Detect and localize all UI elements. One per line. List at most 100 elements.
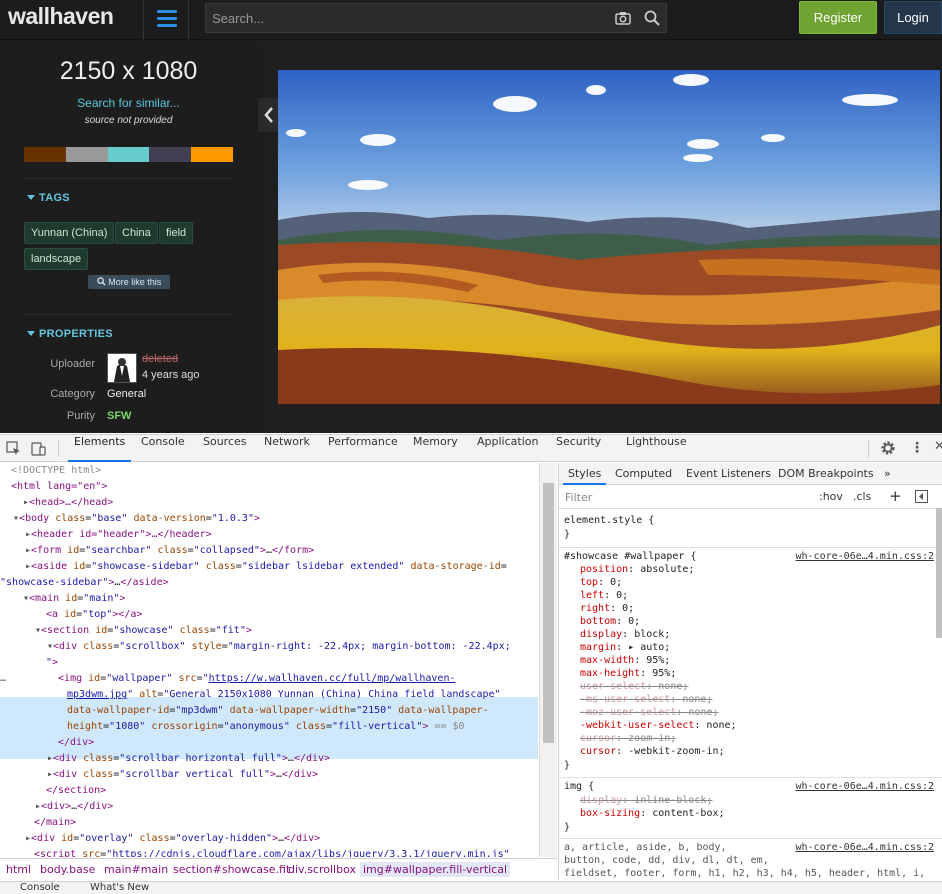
dom-node[interactable]: ▸<head>…</head> <box>0 495 538 511</box>
dom-node[interactable]: <!DOCTYPE html> <box>0 463 538 479</box>
camera-icon[interactable] <box>614 9 634 29</box>
css-declaration-overridden[interactable]: display: inline-block; <box>580 795 942 808</box>
tab-lighthouse[interactable]: Lighthouse <box>626 435 687 462</box>
css-declaration[interactable]: bottom: 0; <box>580 616 942 629</box>
tab-network[interactable]: Network <box>264 435 310 462</box>
more-like-this-button[interactable]: More like this <box>88 275 170 289</box>
css-declaration[interactable]: display: block; <box>580 629 942 642</box>
device-toolbar-icon[interactable] <box>31 441 46 459</box>
dom-node[interactable]: ▸<aside id="showcase-sidebar" class="sid… <box>0 559 538 575</box>
rule-selector[interactable]: button, code, dd, div, dl, dt, em, <box>564 855 934 868</box>
tab-console[interactable]: Console <box>141 435 185 462</box>
styles-scrollbar-thumb[interactable] <box>936 508 942 638</box>
search-icon[interactable] <box>643 9 663 29</box>
tag-landscape[interactable]: landscape <box>24 248 89 270</box>
dom-node[interactable]: ▸<div id="overlay" class="overlay-hidden… <box>0 831 538 847</box>
breadcrumb-scrollbox[interactable]: div.scrollbox <box>288 863 356 876</box>
css-declaration-overridden[interactable]: -ms-user-select: none; <box>580 694 942 707</box>
rule-selector[interactable]: a, article, aside, b, body, <box>564 842 789 855</box>
css-declaration-overridden[interactable]: user-select: none; <box>580 681 942 694</box>
tags-heading[interactable]: TAGS <box>27 192 70 204</box>
tab-dom-breakpoints[interactable]: DOM Breakpoints <box>778 463 874 485</box>
dom-node[interactable]: ▸<form id="searchbar" class="collapsed">… <box>0 543 538 559</box>
selected-dom-node[interactable]: … <img id="wallpaper" src="https://w.wall… <box>0 671 538 687</box>
rule-source-link[interactable]: wh-core-06e…4.min.css:2 <box>796 781 934 792</box>
more-tabs-icon[interactable]: » <box>884 463 891 485</box>
styles-filter-input[interactable] <box>565 490 805 505</box>
tab-application[interactable]: Application <box>477 435 538 462</box>
dom-node[interactable]: ▾<section id="showcase" class="fit"> <box>0 623 538 639</box>
tab-performance[interactable]: Performance <box>328 435 398 462</box>
dom-node[interactable]: <html lang="en"> <box>0 479 538 495</box>
rule-selector[interactable]: fieldset, footer, form, h1, h2, h3, h4, … <box>564 868 934 880</box>
rule-source-link[interactable]: wh-core-06e…4.min.css:2 <box>796 551 934 562</box>
css-declaration[interactable]: max-height: 95%; <box>580 668 942 681</box>
tab-elements[interactable]: Elements <box>68 435 132 462</box>
tag-field[interactable]: field <box>159 222 194 244</box>
uploader-name[interactable]: deleted <box>142 353 178 365</box>
palette-color[interactable] <box>24 147 66 162</box>
search-input[interactable] <box>212 9 602 27</box>
dom-node[interactable]: ▸<header id="header">…</header> <box>0 527 538 543</box>
dom-node[interactable]: ▾<main id="main"> <box>0 591 538 607</box>
css-declaration[interactable]: top: 0; <box>580 577 942 590</box>
toggle-sidebar-icon[interactable] <box>915 490 928 506</box>
element-style-rule[interactable]: element.style { <box>564 515 934 528</box>
palette-color[interactable] <box>65 147 108 162</box>
css-declaration[interactable]: -webkit-user-select: none; <box>580 720 942 733</box>
css-declaration-overridden[interactable]: cursor: zoom-in; <box>580 733 942 746</box>
wallpaper-image[interactable] <box>278 70 940 404</box>
register-button[interactable]: Register <box>799 1 877 34</box>
rule-source-link[interactable]: wh-core-06e…4.min.css:2 <box>796 842 934 853</box>
breadcrumb-body[interactable]: body.base <box>40 863 95 876</box>
dom-node[interactable]: ▸<div class="scrollbar vertical full">…<… <box>0 767 538 783</box>
dom-node[interactable]: </div> <box>0 735 538 751</box>
dom-node[interactable]: ▾<div class="scrollbox" style="margin-ri… <box>0 639 538 655</box>
gear-icon[interactable] <box>880 440 896 459</box>
dom-scrollbar[interactable] <box>539 463 557 857</box>
add-rule-icon[interactable]: + <box>889 487 902 505</box>
css-declaration[interactable]: right: 0; <box>580 603 942 616</box>
dom-node[interactable]: <script src="https://cdnjs.cloudflare.co… <box>0 847 538 857</box>
css-declaration[interactable]: cursor: -webkit-zoom-in; <box>580 746 942 759</box>
menu-button[interactable] <box>143 0 189 40</box>
breadcrumb-section[interactable]: section#showcase.fit <box>173 863 290 876</box>
css-declaration[interactable]: max-width: 95%; <box>580 655 942 668</box>
drawer-tab-console[interactable]: Console <box>20 882 60 893</box>
css-declaration-overridden[interactable]: -moz-user-select: none; <box>580 707 942 720</box>
more-options-icon[interactable]: ⋮ <box>910 440 924 456</box>
tab-sources[interactable]: Sources <box>203 435 247 462</box>
tag-china[interactable]: China <box>115 222 158 244</box>
drawer-tab-whats-new[interactable]: What's New <box>90 882 149 893</box>
avatar[interactable] <box>107 353 137 383</box>
palette-color[interactable] <box>149 147 192 162</box>
palette-color[interactable] <box>107 147 150 162</box>
tab-event-listeners[interactable]: Event Listeners <box>686 463 771 485</box>
properties-heading[interactable]: PROPERTIES <box>27 328 113 340</box>
dom-node[interactable]: ▸<div class="scrollbar horizontal full">… <box>0 751 538 767</box>
dom-node[interactable]: </main> <box>0 815 538 831</box>
login-button[interactable]: Login <box>884 1 942 34</box>
scrollbar-thumb[interactable] <box>543 483 554 743</box>
tag-yunnan[interactable]: Yunnan (China) <box>24 222 115 244</box>
css-declaration[interactable]: box-sizing: content-box; <box>580 808 942 821</box>
tab-security[interactable]: Security <box>556 435 601 462</box>
css-declaration[interactable]: position: absolute; <box>580 564 942 577</box>
dom-node[interactable]: <a id="top"></a> <box>0 607 538 623</box>
sidebar-collapse-button[interactable] <box>258 98 280 132</box>
breadcrumb-img[interactable]: img#wallpaper.fill-vertical <box>360 862 511 877</box>
tab-computed[interactable]: Computed <box>615 463 672 485</box>
palette-color[interactable] <box>191 147 233 162</box>
tab-styles[interactable]: Styles <box>563 463 607 485</box>
site-logo[interactable]: wallhaven <box>8 3 114 30</box>
search-similar-link[interactable]: Search for similar... <box>0 96 257 110</box>
class-toggle[interactable]: .cls <box>853 490 871 503</box>
dom-node[interactable]: </section> <box>0 783 538 799</box>
css-declaration[interactable]: margin: ▸ auto; <box>580 642 942 655</box>
dom-node[interactable]: ▸<div>…</div> <box>0 799 538 815</box>
breadcrumb-main[interactable]: main#main <box>104 863 168 876</box>
inspect-element-icon[interactable] <box>6 441 21 459</box>
tab-memory[interactable]: Memory <box>413 435 458 462</box>
css-declaration[interactable]: left: 0; <box>580 590 942 603</box>
breadcrumb-html[interactable]: html <box>6 863 31 876</box>
